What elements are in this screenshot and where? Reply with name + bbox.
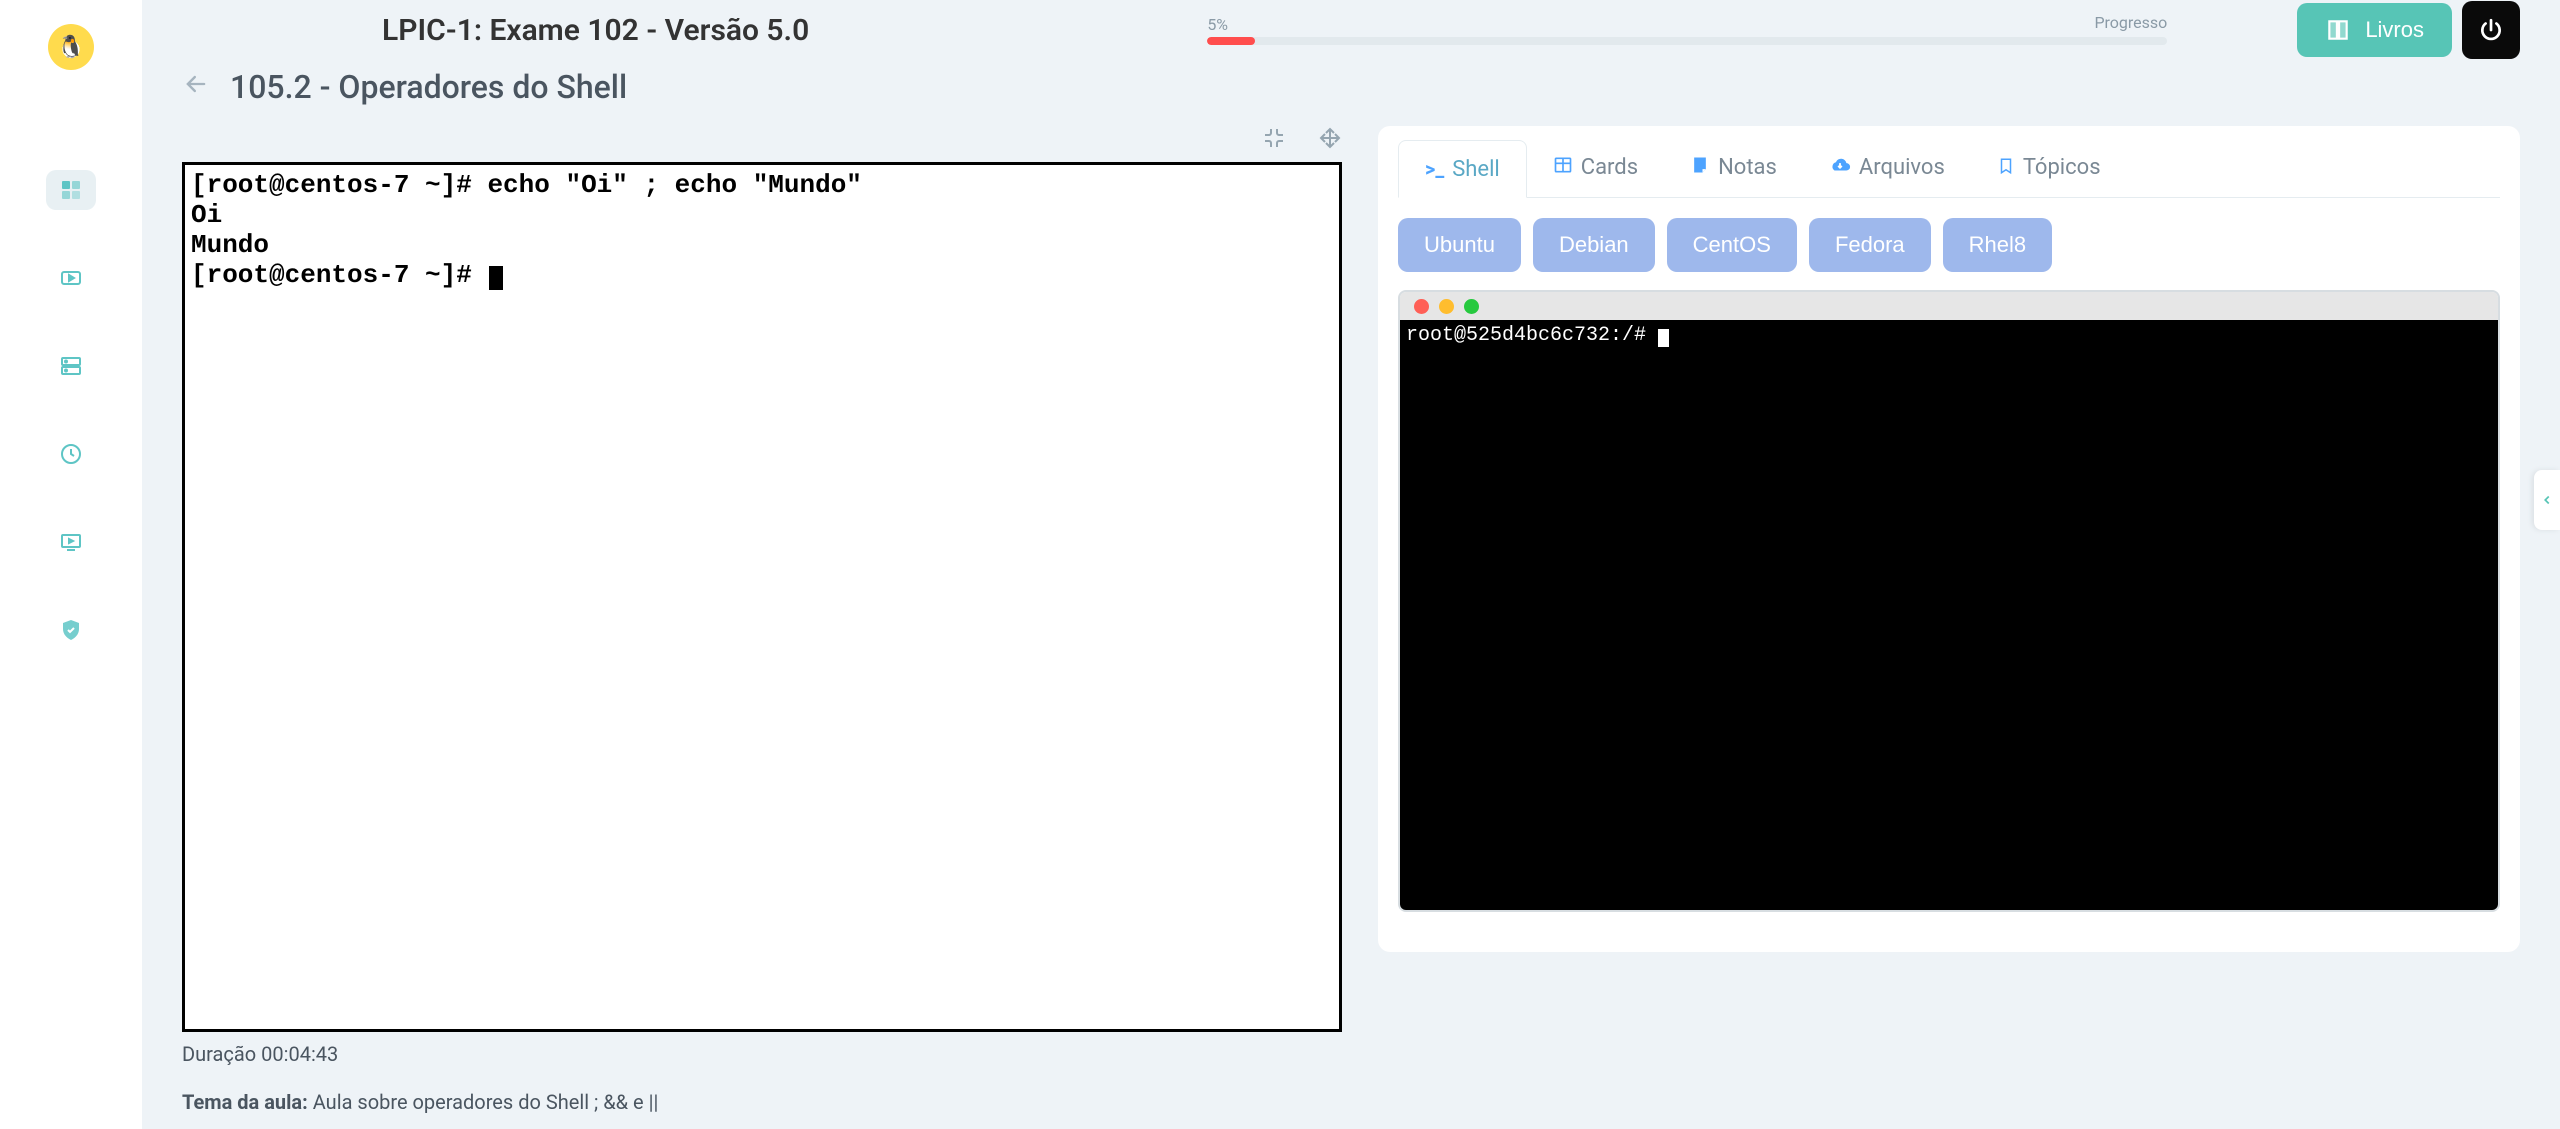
power-icon <box>2478 17 2504 43</box>
distro-fedora-button[interactable]: Fedora <box>1809 218 1931 272</box>
tab-arquivos[interactable]: Arquivos <box>1803 140 1971 197</box>
video-column: [root@centos-7 ~]# echo "Oi" ; echo "Mun… <box>182 126 1342 1114</box>
presentation-icon <box>59 530 83 554</box>
expand-panel-button[interactable] <box>2534 470 2560 530</box>
table-icon <box>1553 155 1573 180</box>
nav-history[interactable] <box>46 434 96 474</box>
distro-ubuntu-button[interactable]: Ubuntu <box>1398 218 1521 272</box>
lesson-header: 105.2 - Operadores do Shell <box>142 60 2560 126</box>
lesson-topic: Tema da aula: Aula sobre operadores do S… <box>182 1090 1342 1114</box>
tema-label: Tema da aula: <box>182 1090 308 1114</box>
minimize-dot-icon[interactable] <box>1439 299 1454 314</box>
sidebar: 🐧 <box>0 0 142 1129</box>
play-icon <box>59 266 83 290</box>
tab-notas[interactable]: Notas <box>1664 140 1803 197</box>
nav-video[interactable] <box>46 258 96 298</box>
tab-label: Tópicos <box>2023 155 2101 180</box>
nav-servers[interactable] <box>46 346 96 386</box>
move-icon <box>1318 126 1342 150</box>
video-controls <box>182 126 1342 156</box>
shield-check-icon <box>59 618 83 642</box>
distro-row: Ubuntu Debian CentOS Fedora Rhel8 <box>1398 218 2500 272</box>
topbar: LPIC-1: Exame 102 - Versão 5.0 5% Progre… <box>142 0 2560 60</box>
exit-fullscreen-button[interactable] <box>1262 126 1286 156</box>
progress: 5% Progresso <box>1207 15 2167 45</box>
terminal-titlebar <box>1400 292 2498 320</box>
grid-icon <box>59 178 83 202</box>
close-dot-icon[interactable] <box>1414 299 1429 314</box>
video-player[interactable]: [root@centos-7 ~]# echo "Oi" ; echo "Mun… <box>182 162 1342 1032</box>
progress-bar <box>1207 37 2167 45</box>
lesson-title: 105.2 - Operadores do Shell <box>230 68 627 106</box>
side-panel-column: >_ Shell Cards Notas <box>1378 126 2520 1114</box>
side-panel: >_ Shell Cards Notas <box>1378 126 2520 952</box>
distro-rhel8-button[interactable]: Rhel8 <box>1943 218 2052 272</box>
books-button[interactable]: Livros <box>2297 3 2452 57</box>
top-actions: Livros <box>2297 1 2520 59</box>
logo[interactable]: 🐧 <box>48 24 94 70</box>
cursor-icon <box>489 266 503 290</box>
progress-percent: 5% <box>1207 15 2167 34</box>
tab-label: Cards <box>1581 155 1638 180</box>
power-button[interactable] <box>2462 1 2520 59</box>
content-columns: [root@centos-7 ~]# echo "Oi" ; echo "Mun… <box>142 126 2560 1114</box>
tab-label: Arquivos <box>1859 155 1945 180</box>
terminal-body[interactable]: root@525d4bc6c732:/# <box>1400 320 2498 910</box>
terminal-icon: >_ <box>1425 157 1444 181</box>
tab-cards[interactable]: Cards <box>1527 140 1664 197</box>
tab-topicos[interactable]: Tópicos <box>1971 140 2127 197</box>
progress-label: Progresso <box>2094 13 2167 32</box>
tab-label: Notas <box>1718 155 1777 180</box>
terminal-prompt: root@525d4bc6c732:/# <box>1406 324 1658 347</box>
duration-label: Duração <box>182 1042 256 1066</box>
nav-slides[interactable] <box>46 522 96 562</box>
compress-icon <box>1262 126 1286 150</box>
distro-centos-button[interactable]: CentOS <box>1667 218 1797 272</box>
tab-shell[interactable]: >_ Shell <box>1398 140 1527 198</box>
duration-value: 00:04:43 <box>261 1042 338 1066</box>
nav-dashboard[interactable] <box>46 170 96 210</box>
main: LPIC-1: Exame 102 - Versão 5.0 5% Progre… <box>142 0 2560 1129</box>
embedded-terminal: root@525d4bc6c732:/# <box>1398 290 2500 912</box>
panel-tabs: >_ Shell Cards Notas <box>1398 140 2500 198</box>
course-title: LPIC-1: Exame 102 - Versão 5.0 <box>382 13 809 48</box>
video-terminal-text: [root@centos-7 ~]# echo "Oi" ; echo "Mun… <box>191 170 862 290</box>
maximize-dot-icon[interactable] <box>1464 299 1479 314</box>
chevron-left-icon <box>2540 493 2554 507</box>
clock-icon <box>59 442 83 466</box>
tab-label: Shell <box>1452 157 1500 182</box>
duration: Duração 00:04:43 <box>182 1042 1342 1066</box>
bookmark-icon <box>1997 156 2015 180</box>
arrow-left-icon <box>182 70 210 98</box>
books-button-label: Livros <box>2365 17 2424 43</box>
cursor-icon <box>1658 329 1669 347</box>
book-icon <box>2325 17 2351 43</box>
sidebar-nav <box>46 170 96 650</box>
progress-fill <box>1207 37 1255 45</box>
tema-text: Aula sobre operadores do Shell ; && e || <box>313 1090 659 1114</box>
back-button[interactable] <box>182 70 210 105</box>
note-icon <box>1690 155 1710 180</box>
server-icon <box>59 354 83 378</box>
distro-debian-button[interactable]: Debian <box>1533 218 1655 272</box>
move-button[interactable] <box>1318 126 1342 156</box>
cloud-download-icon <box>1829 154 1851 181</box>
nav-certified[interactable] <box>46 610 96 650</box>
